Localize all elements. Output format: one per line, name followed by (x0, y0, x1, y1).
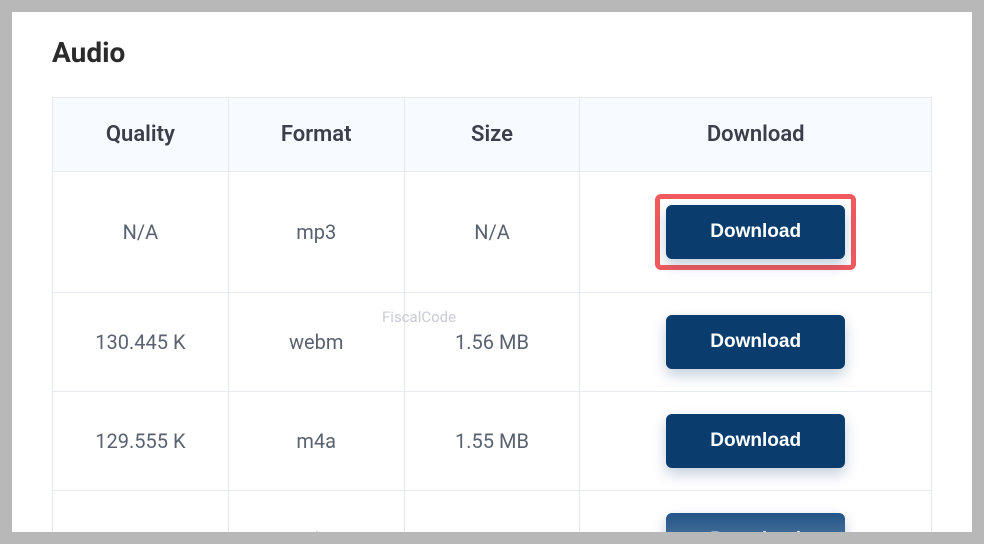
cell-size: 1.56 MB (404, 293, 580, 392)
table-header-row: Quality Format Size Download (53, 98, 932, 172)
cell-format: m4a (228, 392, 404, 491)
audio-download-panel: Audio Quality Format Size Download N/A m… (12, 12, 972, 532)
cell-size: 1.55 MB (404, 392, 580, 491)
table-row: 130.445 K webm 1.56 MB Download (53, 293, 932, 392)
header-download: Download (580, 98, 932, 172)
cell-size: 0.80 MB (404, 491, 580, 533)
table-row: N/A mp3 N/A Download (53, 172, 932, 293)
cell-quality: N/A (53, 172, 229, 293)
header-format: Format (228, 98, 404, 172)
download-button[interactable]: Download (666, 315, 845, 369)
cell-quality: 130.445 K (53, 293, 229, 392)
table-row: 66.435 K webm 0.80 MB Download (53, 491, 932, 533)
cell-download: Download (580, 172, 932, 293)
audio-table: Quality Format Size Download N/A mp3 N/A… (52, 97, 932, 532)
cell-download: Download (580, 392, 932, 491)
cell-quality: 129.555 K (53, 392, 229, 491)
cell-format: mp3 (228, 172, 404, 293)
cell-format: webm (228, 293, 404, 392)
highlight-box: Download (655, 194, 856, 270)
download-button[interactable]: Download (666, 205, 845, 259)
cell-download: Download (580, 491, 932, 533)
download-button[interactable]: Download (666, 513, 845, 532)
cell-format: webm (228, 491, 404, 533)
cell-quality: 66.435 K (53, 491, 229, 533)
cell-size: N/A (404, 172, 580, 293)
cell-download: Download (580, 293, 932, 392)
download-button[interactable]: Download (666, 414, 845, 468)
header-size: Size (404, 98, 580, 172)
table-row: 129.555 K m4a 1.55 MB Download (53, 392, 932, 491)
section-title: Audio (52, 36, 932, 69)
header-quality: Quality (53, 98, 229, 172)
